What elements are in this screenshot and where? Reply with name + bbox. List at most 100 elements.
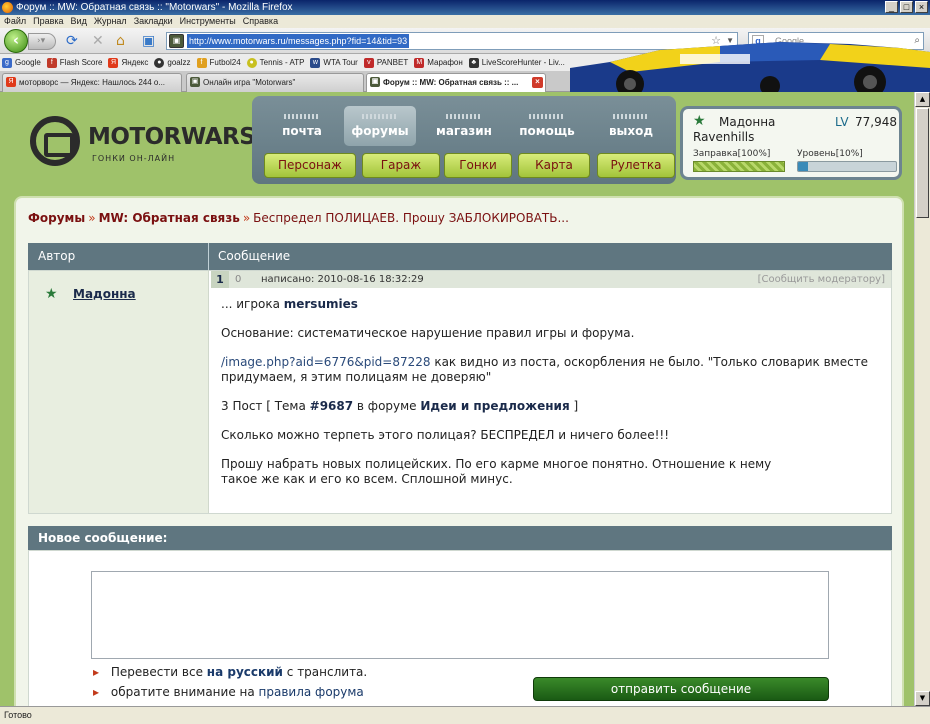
player-name: mersumies bbox=[283, 297, 358, 311]
stop-icon[interactable]: ✕ bbox=[92, 33, 104, 49]
close-window-button[interactable]: × bbox=[915, 1, 928, 13]
tab-yandex[interactable]: Я моторворс — Яндекс: Нашлось 244 о... bbox=[2, 73, 182, 92]
level-progress-label: Уровень[10%] bbox=[797, 149, 863, 159]
back-button[interactable]: ‹ bbox=[4, 29, 28, 53]
post-author-link[interactable]: Мадонна bbox=[73, 287, 136, 301]
minimize-button[interactable]: _ bbox=[885, 1, 898, 13]
post-meta: 1 0 написано: 2010-08-16 18:32:29 [Сообщ… bbox=[211, 271, 891, 288]
menu-edit[interactable]: Правка bbox=[33, 15, 63, 28]
nav-logout[interactable]: выход bbox=[595, 106, 667, 146]
yandex-icon: Я bbox=[108, 57, 119, 68]
fuel-label: Заправка[100%] bbox=[693, 149, 771, 159]
nav-shop[interactable]: магазин bbox=[428, 106, 500, 146]
forum-post: ★ Мадонна 1 0 написано: 2010-08-16 18:32… bbox=[28, 270, 892, 514]
url-text: http://www.motorwars.ru/messages.php?fid… bbox=[187, 34, 410, 48]
tab-bar: Я моторворс — Яндекс: Нашлось 244 о... ▣… bbox=[0, 71, 930, 93]
page-scrollbar[interactable]: ▲ ▼ bbox=[914, 92, 930, 706]
motorwars-favicon-icon: ▣ bbox=[190, 77, 200, 87]
bookmark-google[interactable]: g Google bbox=[2, 54, 41, 71]
bookmark-flashscore[interactable]: f Flash Score bbox=[46, 54, 102, 71]
scroll-down-icon[interactable]: ▼ bbox=[915, 691, 930, 706]
level-label: LV bbox=[835, 115, 849, 129]
forum-rules-link[interactable]: правила форума bbox=[259, 685, 364, 699]
subnav-roulette[interactable]: Рулетка bbox=[597, 153, 675, 178]
new-message-header: Новое сообщение: bbox=[28, 526, 892, 550]
transliterate-hint: Перевести все на русский с транслита. bbox=[93, 665, 367, 679]
breadcrumb-section[interactable]: MW: Обратная связь bbox=[99, 211, 240, 225]
post-number[interactable]: 1 bbox=[211, 271, 229, 288]
reload-icon[interactable]: ⟳ bbox=[66, 33, 78, 49]
bookmark-star-icon[interactable]: ☆ bbox=[711, 33, 721, 49]
bookmark-livescorehunter[interactable]: ♣ LiveScoreHunter - Liv... bbox=[468, 54, 565, 71]
message-textarea[interactable] bbox=[91, 571, 829, 659]
maximize-button[interactable]: □ bbox=[900, 1, 913, 13]
user-panel: ★ Мадонна Ravenhills LV 77,948 Заправка[… bbox=[680, 106, 902, 180]
google-icon: g bbox=[2, 57, 12, 68]
tab-motorwars[interactable]: ▣ Онлайн игра "Motorwars" bbox=[186, 73, 364, 92]
scroll-up-icon[interactable]: ▲ bbox=[915, 92, 930, 107]
bookmarks-bar: g Google f Flash Score Я Яндекс ● goalzz f Fu… bbox=[0, 54, 930, 71]
menu-bar: Файл Правка Вид Журнал Закладки Инструме… bbox=[0, 15, 930, 28]
addon-icon[interactable]: ▣ bbox=[142, 33, 155, 49]
breadcrumb-forums[interactable]: Форумы bbox=[28, 211, 85, 225]
level-progress-bar bbox=[797, 161, 897, 172]
topic-link[interactable]: #9687 bbox=[310, 399, 353, 413]
scroll-thumb[interactable] bbox=[916, 108, 929, 218]
nav-forums[interactable]: форумы bbox=[344, 106, 416, 146]
window-controls: _ □ × bbox=[885, 1, 928, 13]
user-name[interactable]: Мадонна Ravenhills bbox=[693, 115, 823, 145]
send-message-button[interactable]: отправить сообщение bbox=[533, 677, 829, 701]
bookmark-marathon[interactable]: M Марафон bbox=[414, 54, 463, 71]
home-icon[interactable]: ⌂ bbox=[116, 33, 125, 49]
subnav-garage[interactable]: Гараж bbox=[362, 153, 440, 178]
menu-help[interactable]: Справка bbox=[243, 15, 278, 28]
close-tab-icon[interactable]: × bbox=[532, 77, 543, 88]
subnav-map[interactable]: Карта bbox=[518, 153, 590, 178]
posts-table-header: Автор Сообщение bbox=[28, 243, 892, 270]
image-link[interactable]: /image.php?aid=6776&pid=87228 bbox=[221, 355, 431, 369]
transliterate-link[interactable]: на русский bbox=[207, 665, 283, 679]
window-titlebar: Форум :: MW: Обратная связь :: "Motorwar… bbox=[0, 0, 930, 15]
post-body: ... игрока mersumies Основание: системат… bbox=[221, 297, 869, 486]
motorwars-favicon-icon: ▣ bbox=[370, 77, 380, 87]
window-title: Форум :: MW: Обратная связь :: "Motorwar… bbox=[16, 2, 293, 13]
bookmark-yandex[interactable]: Я Яндекс bbox=[108, 54, 148, 71]
logo-icon bbox=[30, 116, 80, 166]
bookmark-goalzz[interactable]: ● goalzz bbox=[154, 54, 191, 71]
futbol24-icon: f bbox=[196, 57, 207, 68]
forum-link[interactable]: Идеи и предложения bbox=[420, 399, 569, 413]
livescore-icon: ♣ bbox=[468, 57, 479, 68]
status-bar: Готово bbox=[0, 706, 930, 724]
tab-forum[interactable]: ▣ Форум :: MW: Обратная связь :: ... × bbox=[366, 73, 546, 93]
search-icon[interactable]: ⌕ bbox=[914, 33, 920, 49]
menu-history[interactable]: Журнал bbox=[94, 15, 127, 28]
google-icon: g bbox=[752, 35, 764, 47]
wta-icon: w bbox=[310, 57, 321, 68]
nav-mail[interactable]: почта bbox=[266, 106, 338, 146]
bookmark-futbol24[interactable]: f Futbol24 bbox=[196, 54, 241, 71]
level-value: 77,948 bbox=[855, 115, 897, 129]
url-bar[interactable]: ▣ http://www.motorwars.ru/messages.php?f… bbox=[166, 32, 738, 50]
menu-tools[interactable]: Инструменты bbox=[180, 15, 236, 28]
web-page: MOTORWARS.RU ГОНКИ ОН-ЛАЙН почта форумы … bbox=[0, 92, 914, 706]
url-dropdown-icon[interactable]: ▼ bbox=[726, 33, 734, 49]
bookmark-tennis-atp[interactable]: ● Tennis - ATP bbox=[246, 54, 304, 71]
report-moderator-link[interactable]: [Сообщить модератору] bbox=[758, 271, 885, 288]
forward-button[interactable]: ›▾ bbox=[28, 33, 56, 50]
site-logo[interactable]: MOTORWARS.RU ГОНКИ ОН-ЛАЙН bbox=[30, 116, 299, 168]
bookmark-panbet[interactable]: v PANBET bbox=[363, 54, 408, 71]
nav-help[interactable]: помощь bbox=[511, 106, 583, 146]
post-author-column: ★ Мадонна bbox=[29, 271, 209, 513]
search-input[interactable]: g Google ⌕ bbox=[748, 32, 924, 50]
forum-content: Форумы» MW: Обратная связь» Беспредел ПОЛИ… bbox=[14, 196, 904, 706]
subnav-races[interactable]: Гонки bbox=[444, 153, 512, 178]
menu-bookmarks[interactable]: Закладки bbox=[134, 15, 173, 28]
menu-file[interactable]: Файл bbox=[4, 15, 26, 28]
bookmark-wta[interactable]: w WTA Tour bbox=[310, 54, 358, 71]
marathon-icon: M bbox=[414, 57, 425, 68]
author-star-icon: ★ bbox=[45, 286, 58, 302]
new-message-box: Перевести все на русский с транслита. об… bbox=[28, 550, 892, 706]
subnav-character[interactable]: Персонаж bbox=[264, 153, 356, 178]
post-date: написано: 2010-08-16 18:32:29 bbox=[261, 274, 424, 285]
menu-view[interactable]: Вид bbox=[71, 15, 87, 28]
